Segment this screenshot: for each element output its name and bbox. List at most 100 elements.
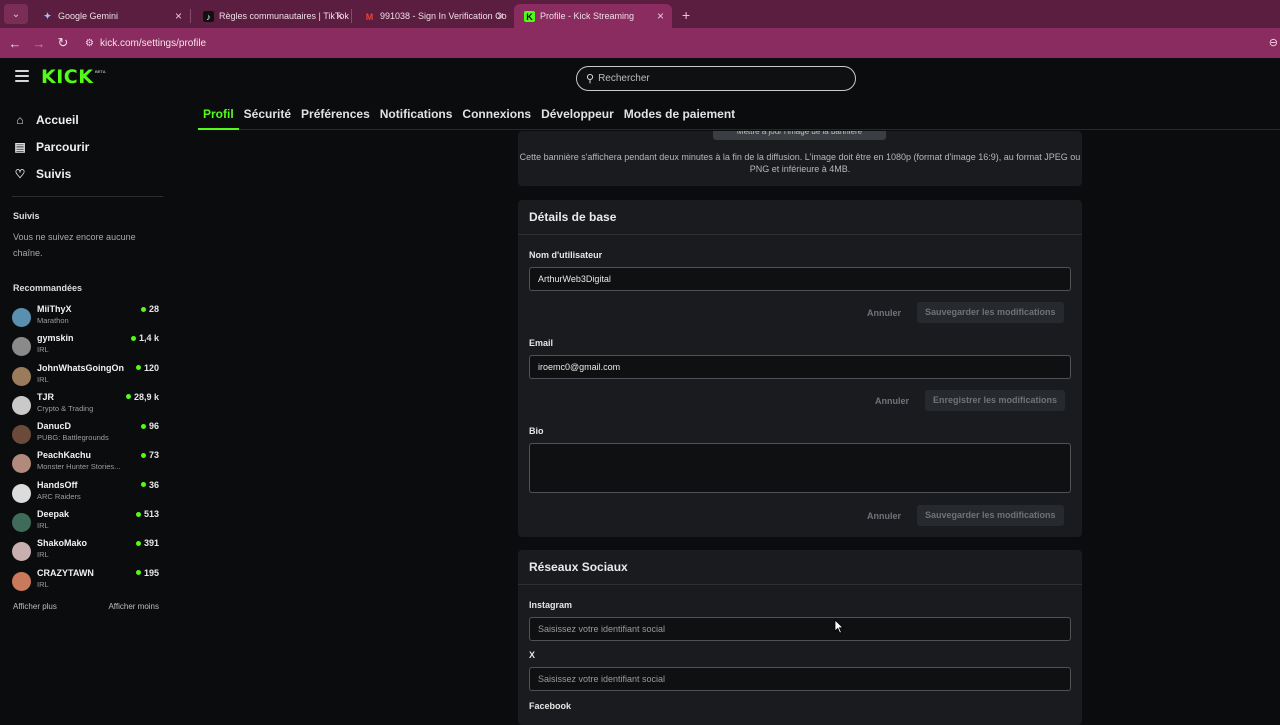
browser-tab[interactable]: ♪ Règles communautaires | TikTok ×: [193, 4, 351, 28]
channel-item[interactable]: JohnWhatsGoingOn IRL 120: [0, 362, 170, 391]
live-dot-icon: [135, 511, 141, 517]
facebook-label: Facebook: [529, 701, 572, 711]
save-username-button[interactable]: Sauvegarder les modifications: [917, 302, 1064, 323]
channel-category: Monster Hunter Stories...: [37, 462, 121, 472]
viewer-count: 391: [135, 538, 159, 548]
close-icon[interactable]: ×: [657, 9, 664, 23]
home-icon: ⌂: [16, 112, 24, 127]
show-more-button[interactable]: Afficher plus: [13, 602, 57, 611]
back-arrow-icon[interactable]: ←: [3, 36, 27, 51]
close-icon[interactable]: ×: [175, 9, 182, 23]
browser-tab-active[interactable]: K Profile - Kick Streaming ×: [514, 4, 672, 28]
channel-item[interactable]: DanucD PUBG: Battlegrounds 96: [0, 420, 170, 449]
cancel-button[interactable]: Annuler: [867, 308, 901, 318]
section-title: Réseaux Sociaux: [518, 550, 1082, 585]
tab-search-button[interactable]: ⌄: [4, 4, 28, 24]
extension-icon[interactable]: ⊖: [1269, 36, 1278, 49]
kick-icon: K: [524, 11, 535, 22]
tab-title: Règles communautaires | TikTok: [219, 11, 349, 21]
tab-title: 991038 - Sign In Verification Co: [380, 11, 507, 21]
viewer-count: 73: [140, 450, 159, 460]
channel-item[interactable]: gymskin IRL 1,4 k: [0, 332, 170, 361]
heart-icon: ♡: [14, 166, 26, 181]
sidebar-item-browse[interactable]: ▤ Parcourir: [0, 133, 170, 160]
chevron-down-icon: ⌄: [11, 8, 21, 20]
menu-icon[interactable]: [15, 70, 29, 82]
address-bar: ← → ↻ ⚙ kick.com/settings/profile ⊖: [0, 28, 1280, 58]
beta-badge: BETA: [95, 69, 106, 74]
tiktok-icon: ♪: [203, 11, 214, 22]
close-icon[interactable]: ×: [497, 9, 504, 23]
browser-tab[interactable]: ✦ Google Gemini ×: [32, 4, 190, 28]
channel-category: IRL: [37, 579, 49, 589]
live-dot-icon: [130, 335, 136, 341]
cancel-button[interactable]: Annuler: [875, 396, 909, 406]
sidebar-item-label: Parcourir: [36, 139, 90, 154]
live-dot-icon: [135, 365, 141, 371]
gmail-icon: M: [365, 11, 374, 22]
tab-payment-methods[interactable]: Modes de paiement: [619, 104, 740, 130]
channel-item[interactable]: PeachKachu Monster Hunter Stories... 73: [0, 449, 170, 478]
x-label: X: [529, 650, 536, 660]
recommended-list: MiiThyX Marathon 28 gymskin IRL 1,4 k Jo…: [0, 303, 170, 596]
gemini-icon: ✦: [43, 11, 52, 21]
live-dot-icon: [140, 306, 146, 312]
tab-developer[interactable]: Développeur: [536, 104, 619, 130]
socials-card: Réseaux Sociaux Instagram X Facebook: [518, 550, 1082, 725]
live-dot-icon: [125, 394, 131, 400]
email-field[interactable]: [529, 355, 1071, 379]
tab-preferences[interactable]: Préférences: [296, 104, 375, 130]
avatar: [12, 483, 31, 503]
avatar: [12, 337, 31, 357]
viewer-count: 120: [135, 363, 159, 373]
channel-item[interactable]: Deepak IRL 513: [0, 508, 170, 537]
url-text: kick.com/settings/profile: [99, 37, 207, 49]
save-bio-button[interactable]: Sauvegarder les modifications: [917, 505, 1064, 526]
save-email-button[interactable]: Enregistrer les modifications: [925, 390, 1066, 411]
tab-connections[interactable]: Connexions: [457, 104, 536, 130]
channel-item[interactable]: CRAZYTAWN IRL 195: [0, 567, 170, 596]
browse-icon: ▤: [14, 139, 26, 154]
viewer-count: 36: [140, 480, 159, 490]
tab-security[interactable]: Sécurité: [239, 104, 296, 130]
browser-tab[interactable]: M 991038 - Sign In Verification Co ×: [354, 4, 512, 28]
instagram-label: Instagram: [529, 600, 573, 610]
avatar: [12, 366, 31, 386]
instagram-field[interactable]: [529, 617, 1071, 641]
live-dot-icon: [140, 423, 146, 429]
following-empty-text: Vous ne suivez encore aucune chaîne.: [13, 232, 136, 258]
avatar: [12, 308, 31, 327]
tab-notifications[interactable]: Notifications: [375, 104, 458, 130]
live-dot-icon: [140, 452, 146, 458]
username-field[interactable]: [529, 267, 1071, 291]
sidebar-item-home[interactable]: ⌂ Accueil: [0, 106, 170, 133]
update-banner-button[interactable]: Mettre à jour l'image de la bannière: [713, 131, 886, 140]
channel-item[interactable]: TJR Crypto & Trading 28,9 k: [0, 391, 170, 420]
sidebar-item-following[interactable]: ♡ Suivis: [0, 160, 170, 187]
channel-category: IRL: [37, 521, 49, 531]
live-dot-icon: [135, 540, 141, 546]
username-label: Nom d'utilisateur: [529, 250, 603, 260]
channel-category: ARC Raiders: [37, 491, 81, 501]
x-field[interactable]: [529, 667, 1071, 691]
viewer-count: 28: [140, 304, 159, 314]
page: KICK BETA ⚲ Rechercher ⌂ Accueil ▤ Parco…: [0, 58, 1280, 725]
reload-icon[interactable]: ↻: [51, 35, 75, 51]
close-icon[interactable]: ×: [336, 9, 343, 23]
tab-profile[interactable]: Profil: [198, 104, 239, 130]
bio-field[interactable]: [529, 443, 1071, 493]
channel-item[interactable]: ShakoMako IRL 391: [0, 537, 170, 566]
viewer-count: 513: [135, 509, 159, 519]
cancel-button[interactable]: Annuler: [867, 511, 901, 521]
search-input[interactable]: ⚲ Rechercher: [576, 66, 856, 91]
banner-card: Mettre à jour l'image de la bannière Cet…: [518, 131, 1082, 186]
show-less-button[interactable]: Afficher moins: [108, 602, 159, 611]
url-field[interactable]: ⚙ kick.com/settings/profile: [85, 38, 206, 49]
channel-category: IRL: [37, 374, 49, 384]
kick-logo[interactable]: KICK: [41, 66, 93, 88]
new-tab-button[interactable]: +: [682, 7, 690, 23]
site-info-icon[interactable]: ⚙: [85, 38, 94, 49]
forward-arrow-icon[interactable]: →: [27, 36, 51, 51]
channel-item[interactable]: MiiThyX Marathon 28: [0, 303, 170, 332]
channel-item[interactable]: HandsOff ARC Raiders 36: [0, 479, 170, 508]
